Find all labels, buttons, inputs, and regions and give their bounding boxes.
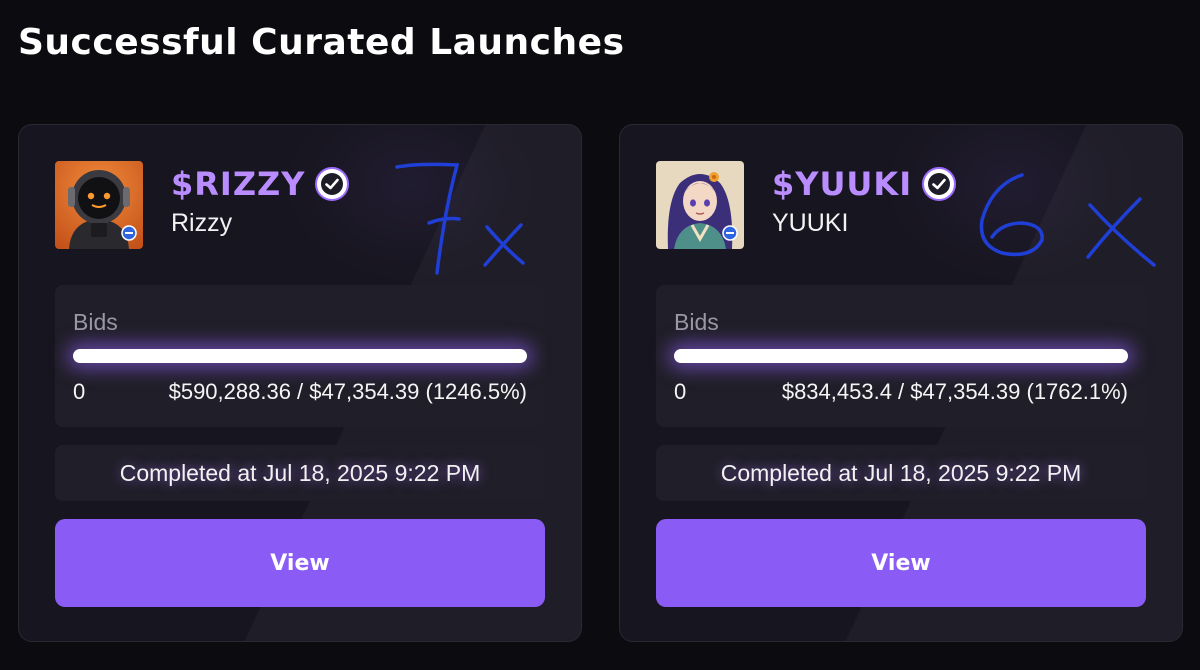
token-ticker: $RIZZY <box>171 165 306 203</box>
bids-progress-bar <box>674 349 1128 363</box>
token-avatar-yuuki <box>656 161 744 249</box>
completed-text: Completed at Jul 18, 2025 9:22 PM <box>720 459 1082 486</box>
token-avatar-rizzy <box>55 161 143 249</box>
ticker-row: $YUUKI <box>772 165 957 203</box>
verified-check-icon <box>315 167 350 201</box>
bids-progress-fill <box>674 349 1128 363</box>
bid-count: 0 <box>674 379 687 404</box>
completed-text: Completed at Jul 18, 2025 9:22 PM <box>119 459 481 486</box>
bid-amount: $834,453.4 / $47,354.39 (1762.1%) <box>781 379 1128 404</box>
bids-progress-fill <box>73 349 527 363</box>
view-button[interactable]: View <box>656 519 1146 607</box>
bids-progress-bar <box>73 349 527 363</box>
bid-count: 0 <box>73 379 86 404</box>
token-name: Rizzy <box>171 209 233 237</box>
bids-panel: Bids 0 $834,453.4 / $47,354.39 (1762.1%) <box>656 285 1146 427</box>
ticker-row: $RIZZY <box>171 165 350 203</box>
bids-label: Bids <box>73 309 118 335</box>
view-button[interactable]: View <box>55 519 545 607</box>
bid-amount: $590,288.36 / $47,354.39 (1246.5%) <box>168 379 527 404</box>
completed-status: Completed at Jul 18, 2025 9:22 PM <box>55 445 545 501</box>
bids-panel: Bids 0 $590,288.36 / $47,354.39 (1246.5%… <box>55 285 545 427</box>
bids-label: Bids <box>674 309 719 335</box>
verified-check-icon <box>922 167 957 201</box>
token-name: YUUKI <box>772 209 849 237</box>
completed-status: Completed at Jul 18, 2025 9:22 PM <box>656 445 1146 501</box>
launch-card-yuuki[interactable]: $YUUKI YUUKI 6x Bids 0 $834,453.4 / $47,… <box>619 124 1183 642</box>
page-title: Successful Curated Launches <box>18 22 625 63</box>
handwritten-annotation-6x: 6x <box>979 173 1156 267</box>
launch-card-rizzy[interactable]: $RIZZY Rizzy 7x Bids 0 $590,288.36 / $47… <box>18 124 582 642</box>
handwritten-annotation-7x: 7x <box>395 162 525 275</box>
token-ticker: $YUUKI <box>772 165 913 203</box>
